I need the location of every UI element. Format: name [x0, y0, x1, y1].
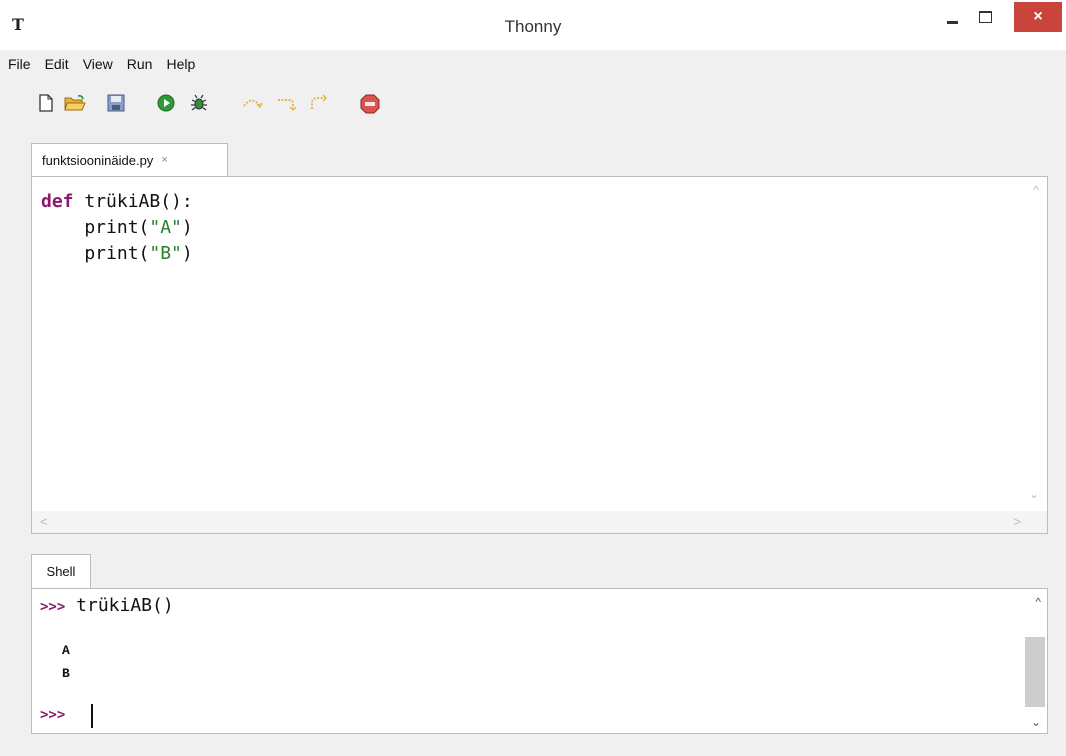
step-out-icon[interactable] [308, 94, 330, 112]
maximize-button[interactable] [968, 2, 1002, 32]
run-icon[interactable] [157, 94, 175, 112]
code-text: def trükiAB(): print("A") print("B") [41, 189, 193, 267]
shell-output-line: B [62, 666, 70, 681]
keyword-def: def [41, 191, 74, 212]
shell-tab-label: Shell [46, 564, 76, 579]
shell-input-line[interactable]: >>> [40, 707, 65, 723]
scroll-down-icon[interactable]: ⌄ [1029, 487, 1039, 501]
code-line-2-post: ) [181, 217, 193, 238]
scroll-right-icon[interactable]: > [1013, 514, 1021, 529]
scroll-down-icon[interactable]: ⌄ [1031, 715, 1041, 729]
horizontal-scrollbar[interactable]: < > [32, 511, 1047, 533]
minimize-button[interactable] [935, 2, 969, 32]
code-line-3-pre: print( [41, 243, 150, 264]
debug-icon[interactable] [190, 94, 208, 112]
close-button[interactable]: × [1014, 2, 1062, 32]
text-cursor [91, 704, 93, 728]
window-title: Thonny [504, 17, 562, 36]
save-icon[interactable] [107, 94, 125, 112]
shell-prompt: >>> [40, 599, 66, 615]
code-line-2-pre: print( [41, 217, 150, 238]
scroll-up-icon[interactable]: ^ [1033, 183, 1039, 197]
tab-editor-file[interactable]: funktsiooninäide.py × [31, 143, 228, 176]
stop-icon[interactable] [360, 94, 380, 114]
code-line-3-post: ) [181, 243, 193, 264]
open-file-icon[interactable] [64, 94, 86, 112]
shell-output-line: A [62, 643, 70, 658]
toolbar [0, 78, 1066, 128]
menu-file[interactable]: File [0, 56, 38, 72]
shell-output: A B [62, 639, 70, 685]
new-file-icon[interactable] [37, 94, 55, 112]
shell-console[interactable]: >>> trükiAB() A B >>> ^ ⌄ [31, 588, 1048, 734]
maximize-icon [978, 11, 992, 23]
close-icon: × [1033, 8, 1043, 25]
menu-help[interactable]: Help [159, 56, 202, 72]
shell-command: trükiAB() [76, 595, 174, 616]
code-editor[interactable]: def trükiAB(): print("A") print("B") ^ ⌄… [31, 176, 1048, 534]
scroll-up-icon[interactable]: ^ [1035, 595, 1041, 609]
editor-tab-label: funktsiooninäide.py [42, 152, 154, 168]
tab-shell[interactable]: Shell [31, 554, 91, 588]
shell-command-line: >>> trükiAB() [40, 595, 174, 616]
tab-close-icon[interactable]: × [161, 154, 167, 166]
scroll-left-icon[interactable]: < [40, 514, 48, 529]
menu-run[interactable]: Run [120, 56, 160, 72]
menu-edit[interactable]: Edit [38, 56, 76, 72]
shell-prompt: >>> [40, 707, 66, 723]
code-line-1: trükiAB(): [73, 191, 193, 212]
step-over-icon[interactable] [241, 94, 263, 112]
menu-view[interactable]: View [76, 56, 120, 72]
minimize-icon [946, 20, 958, 24]
scrollbar-thumb[interactable] [1025, 637, 1045, 707]
title-bar: T Thonny × [0, 0, 1066, 50]
code-string-b: "B" [149, 243, 182, 264]
menu-bar: File Edit View Run Help [0, 50, 1066, 78]
step-into-icon[interactable] [275, 94, 297, 112]
code-string-a: "A" [149, 217, 182, 238]
